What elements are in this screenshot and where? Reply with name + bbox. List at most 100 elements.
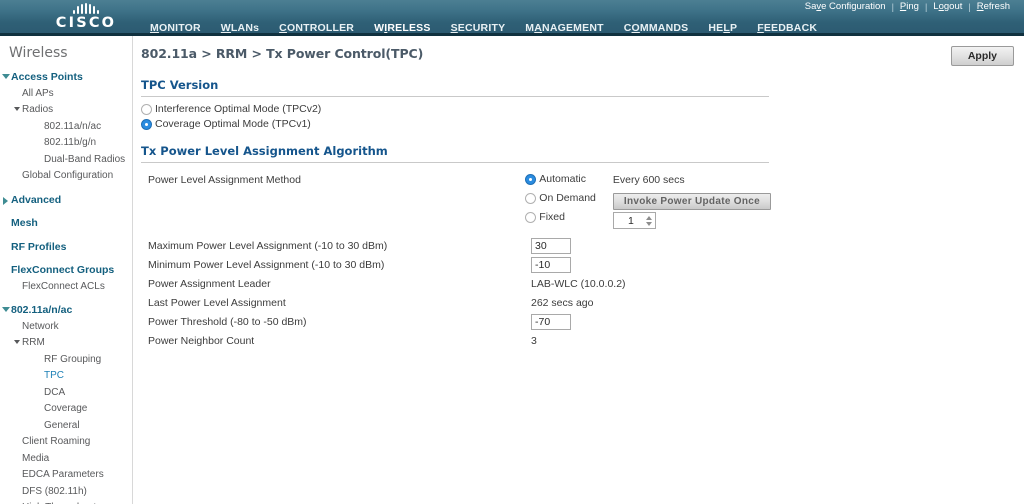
sidebar-item-label: FlexConnect Groups	[11, 264, 115, 276]
radio-indicator[interactable]	[525, 192, 537, 204]
sidebar-item-radios[interactable]: Radios	[0, 102, 132, 119]
sidebar-item-label: Client Roaming	[22, 436, 91, 447]
refresh-link[interactable]: Refresh	[971, 1, 1016, 12]
method-label: Power Level Assignment Method	[148, 174, 301, 186]
save-configuration-link[interactable]: Save Configuration	[799, 1, 892, 12]
ping-link[interactable]: Ping	[894, 1, 925, 12]
sidebar-item-label: General	[44, 419, 80, 431]
nav-feedback[interactable]: FEEDBACK	[747, 20, 827, 36]
apply-button[interactable]: Apply	[950, 46, 1014, 66]
sidebar-item-list: Access Points All APs Radios 802.11a/n/ac 80…	[0, 69, 132, 504]
chevron-down-icon[interactable]	[11, 104, 22, 111]
stepper-arrows-icon[interactable]	[645, 215, 653, 226]
sidebar-item-flexconnect-acls[interactable]: FlexConnect ACLs	[0, 279, 132, 296]
sidebar-item-rf-profiles[interactable]: RF Profiles	[0, 239, 132, 256]
radio-indicator[interactable]	[141, 118, 152, 130]
sidebar-item-tpc[interactable]: TPC	[0, 368, 132, 385]
sidebar-item-dca[interactable]: DCA	[0, 385, 132, 402]
sidebar-item-access-points[interactable]: Access Points	[0, 69, 132, 86]
tpc-version-option-label: Interference Optimal Mode (TPCv2)	[155, 103, 322, 115]
logout-link[interactable]: Logout	[927, 1, 968, 12]
nav-management[interactable]: MANAGEMENT	[515, 20, 613, 36]
method-option-automatic[interactable]: Automatic	[525, 172, 610, 191]
chevron-right-icon[interactable]	[0, 194, 11, 205]
radio-indicator[interactable]	[525, 173, 537, 185]
sidebar-item-mesh[interactable]: Mesh	[0, 215, 132, 232]
main-content: 802.11a > RRM > Tx Power Control(TPC) Ap…	[133, 36, 1024, 504]
nav-monitor[interactable]: MONITOR	[140, 20, 211, 36]
spacer-cell	[141, 191, 525, 210]
nav-controller[interactable]: CONTROLLER	[269, 20, 364, 36]
sidebar-item-client-roaming[interactable]: Client Roaming	[0, 434, 132, 451]
field-value-cell: LAB-WLC (10.0.0.2)	[531, 276, 626, 295]
breadcrumb: 802.11a > RRM > Tx Power Control(TPC)	[141, 46, 424, 61]
radio-indicator[interactable]	[525, 211, 537, 223]
sidebar-item-global-configuration[interactable]: Global Configuration	[0, 168, 132, 185]
sidebar-item-label: EDCA Parameters	[22, 469, 104, 480]
fixed-power-level-stepper[interactable]: 1	[612, 212, 656, 229]
field-value-cell: 262 secs ago	[531, 295, 626, 314]
cisco-logo: CISCO	[34, 1, 138, 33]
field-input[interactable]	[531, 314, 571, 330]
tx-power-form: Power Level Assignment Method Automatic …	[141, 172, 771, 238]
radio-indicator[interactable]	[141, 103, 152, 115]
form-row-method: Power Level Assignment Method Automatic …	[141, 172, 771, 191]
invoke-power-update-button[interactable]: Invoke Power Update Once	[612, 193, 771, 210]
sidebar-item-label: 802.11b/g/n	[44, 137, 97, 148]
field-extra-cell	[626, 276, 771, 295]
method-option-on-demand[interactable]: On Demand	[525, 191, 610, 210]
sidebar-item-label: Mesh	[11, 217, 38, 229]
method-option-fixed[interactable]: Fixed	[525, 210, 610, 229]
field-extra-cell	[626, 238, 771, 257]
sidebar-item-general[interactable]: General	[0, 418, 132, 435]
tpc-version-option-tpcv1[interactable]: Coverage Optimal Mode (TPCv1)	[141, 117, 1024, 131]
nav-help[interactable]: HELP	[698, 20, 747, 36]
sidebar-item-flexconnect-groups[interactable]: FlexConnect Groups	[0, 262, 132, 279]
sidebar-item-rf-grouping[interactable]: RF Grouping	[0, 352, 132, 369]
field-extra-cell	[626, 257, 771, 276]
sidebar-item-dual-band-radios[interactable]: Dual-Band Radios	[0, 152, 132, 169]
sidebar-item-802-11a-n-ac[interactable]: 802.11a/n/ac	[0, 119, 132, 136]
tpc-version-option-label: Coverage Optimal Mode (TPCv1)	[155, 118, 311, 130]
sidebar-item-network[interactable]: Network	[0, 319, 132, 336]
sidebar-item-label: RF Profiles	[11, 240, 67, 253]
sidebar-item-label: RRM	[22, 337, 45, 348]
field-input[interactable]	[531, 257, 571, 273]
sidebar-item-advanced[interactable]: Advanced	[0, 192, 132, 209]
nav-commands[interactable]: COMMANDS	[614, 20, 699, 36]
field-input-cell	[531, 257, 626, 276]
tpc-version-option-tpcv2[interactable]: Interference Optimal Mode (TPCv2)	[141, 102, 1024, 116]
field-input[interactable]	[531, 238, 571, 254]
sidebar-item-802-11b-g-n[interactable]: 802.11b/g/n	[0, 135, 132, 152]
sidebar-item-high-throughput-802-11n-ac[interactable]: High Throughput (802.11n/ac)	[0, 500, 132, 504]
sidebar-item-coverage[interactable]: Coverage	[0, 401, 132, 418]
sidebar-item-rrm[interactable]: RRM	[0, 335, 132, 352]
chevron-down-icon[interactable]	[0, 71, 11, 79]
field-label: Power Threshold (-80 to -50 dBm)	[148, 316, 307, 328]
field-input-cell	[531, 238, 626, 257]
table-row: Maximum Power Level Assignment (-10 to 3…	[141, 238, 771, 257]
utility-nav: Save Configuration | Ping | Logout | Ref…	[799, 1, 1016, 12]
field-extra-cell	[626, 333, 771, 352]
sidebar-item-edca-parameters[interactable]: EDCA Parameters	[0, 467, 132, 484]
sidebar-item-all-aps[interactable]: All APs	[0, 86, 132, 103]
nav-wireless[interactable]: WIRELESS	[364, 20, 440, 36]
sidebar-item-media[interactable]: Media	[0, 451, 132, 468]
chevron-down-icon[interactable]	[0, 304, 11, 312]
sidebar-item-label: Dual-Band Radios	[44, 153, 126, 165]
chevron-down-icon[interactable]	[11, 337, 22, 344]
nav-security[interactable]: SECURITY	[441, 20, 516, 36]
tx-power-section-title: Tx Power Level Assignment Algorithm	[141, 144, 388, 158]
sidebar-item-802-11a-n-ac[interactable]: 802.11a/n/ac	[0, 302, 132, 319]
nav-wlans[interactable]: WLANs	[211, 20, 269, 36]
row-spacer	[141, 229, 771, 238]
sidebar-item-dfs-802-11h[interactable]: DFS (802.11h)	[0, 484, 132, 501]
